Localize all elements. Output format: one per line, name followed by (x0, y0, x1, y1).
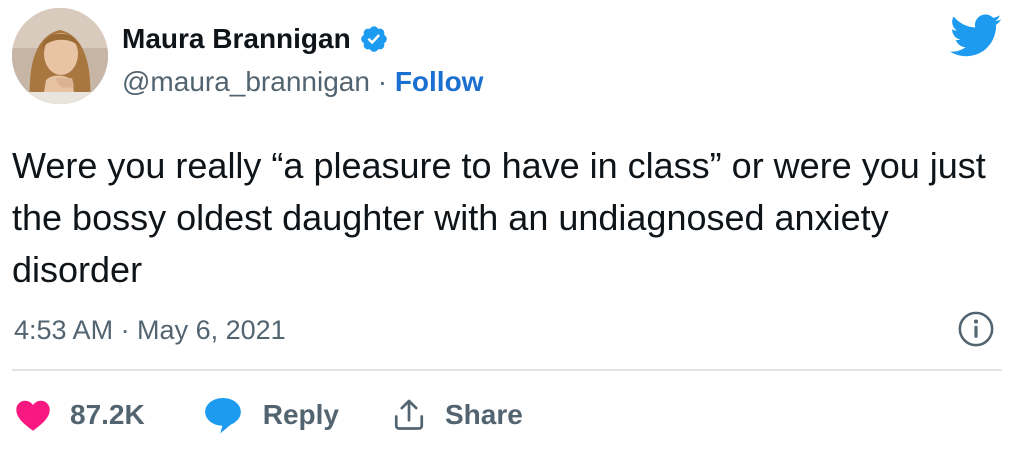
tweet-card: Maura Brannigan @maura_brannigan · Follo… (0, 0, 1024, 453)
follow-link[interactable]: Follow (395, 66, 484, 97)
heart-icon (16, 400, 50, 431)
avatar-photo (12, 8, 108, 104)
tweet-text: Were you really “a pleasure to have in c… (12, 145, 986, 290)
twitter-bird-icon[interactable] (950, 14, 1002, 58)
reply-button[interactable]: Reply (203, 396, 391, 434)
verified-badge-icon (360, 26, 387, 52)
author-handle[interactable]: @maura_brannigan (122, 66, 370, 97)
like-count: 87.2K (70, 399, 145, 430)
handle-separator: · (377, 66, 388, 97)
speech-bubble-icon (204, 397, 241, 434)
reply-label: Reply (262, 399, 339, 430)
share-label: Share (444, 399, 523, 430)
like-button[interactable]: 87.2K (14, 398, 203, 432)
author-handle-row: @maura_brannigan · Follow (122, 64, 483, 100)
author-display-name[interactable]: Maura Brannigan (122, 22, 351, 56)
tweet-actions-bar: 87.2K Reply Share (14, 393, 523, 437)
tweet-timestamp[interactable]: 4:53 AM · May 6, 2021 (14, 313, 286, 347)
share-upload-icon (394, 399, 424, 430)
author-name-row: Maura Brannigan (122, 22, 389, 56)
share-button[interactable]: Share (391, 397, 523, 433)
avatar[interactable] (12, 8, 108, 104)
divider (12, 369, 1002, 371)
info-icon[interactable] (957, 310, 995, 348)
